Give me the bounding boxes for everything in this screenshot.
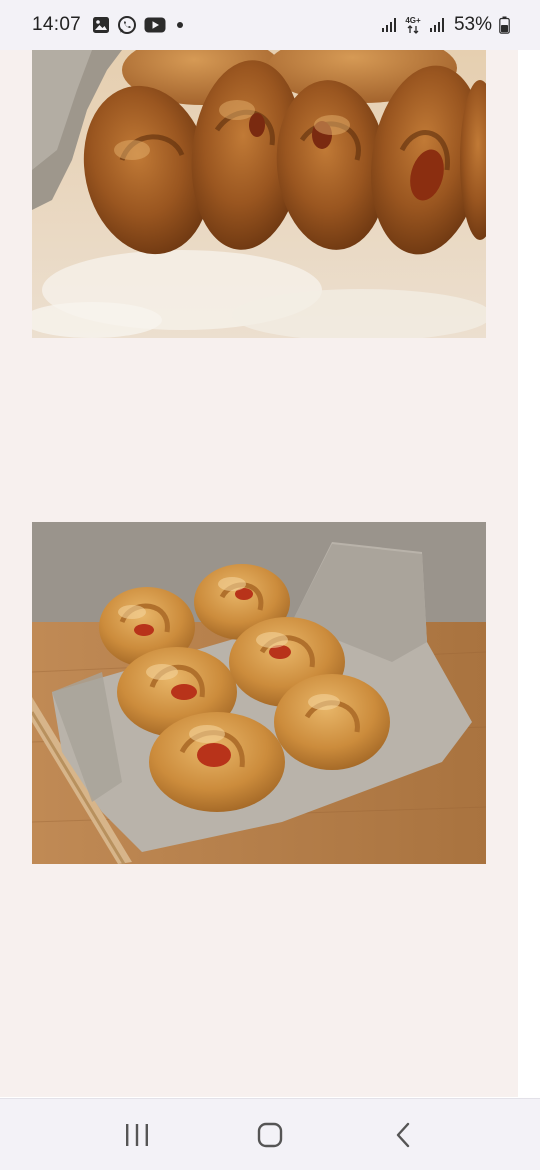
battery-percent: 53% <box>453 14 492 35</box>
network-4g-icon: 4G+ <box>404 15 422 35</box>
page-content <box>0 50 518 1097</box>
svg-text:4G+: 4G+ <box>405 16 421 25</box>
battery-icon <box>499 16 510 34</box>
signal-icon <box>381 17 397 33</box>
braided-bread-loaf-photo[interactable] <box>32 50 486 338</box>
home-icon <box>257 1122 283 1148</box>
status-bar: 14:07 4G+ 53% <box>0 0 540 50</box>
phone-screen: 14:07 4G+ 53% <box>0 0 540 1170</box>
youtube-icon <box>144 17 166 33</box>
status-time: 14:07 <box>32 14 82 35</box>
signal-icon-2 <box>429 17 445 33</box>
dot-icon <box>173 18 187 32</box>
home-button[interactable] <box>240 1105 300 1165</box>
bread-rolls-in-basket-photo[interactable] <box>32 522 486 864</box>
scroll-gutter <box>518 50 540 1097</box>
whatsapp-icon <box>117 15 137 35</box>
recent-apps-icon <box>124 1123 150 1147</box>
recent-apps-button[interactable] <box>107 1105 167 1165</box>
back-button[interactable] <box>373 1105 433 1165</box>
status-left: 14:07 <box>32 14 187 36</box>
status-right: 4G+ 53% <box>381 14 510 36</box>
gallery-icon <box>92 16 110 34</box>
back-icon <box>394 1122 412 1148</box>
navigation-bar <box>0 1098 540 1170</box>
